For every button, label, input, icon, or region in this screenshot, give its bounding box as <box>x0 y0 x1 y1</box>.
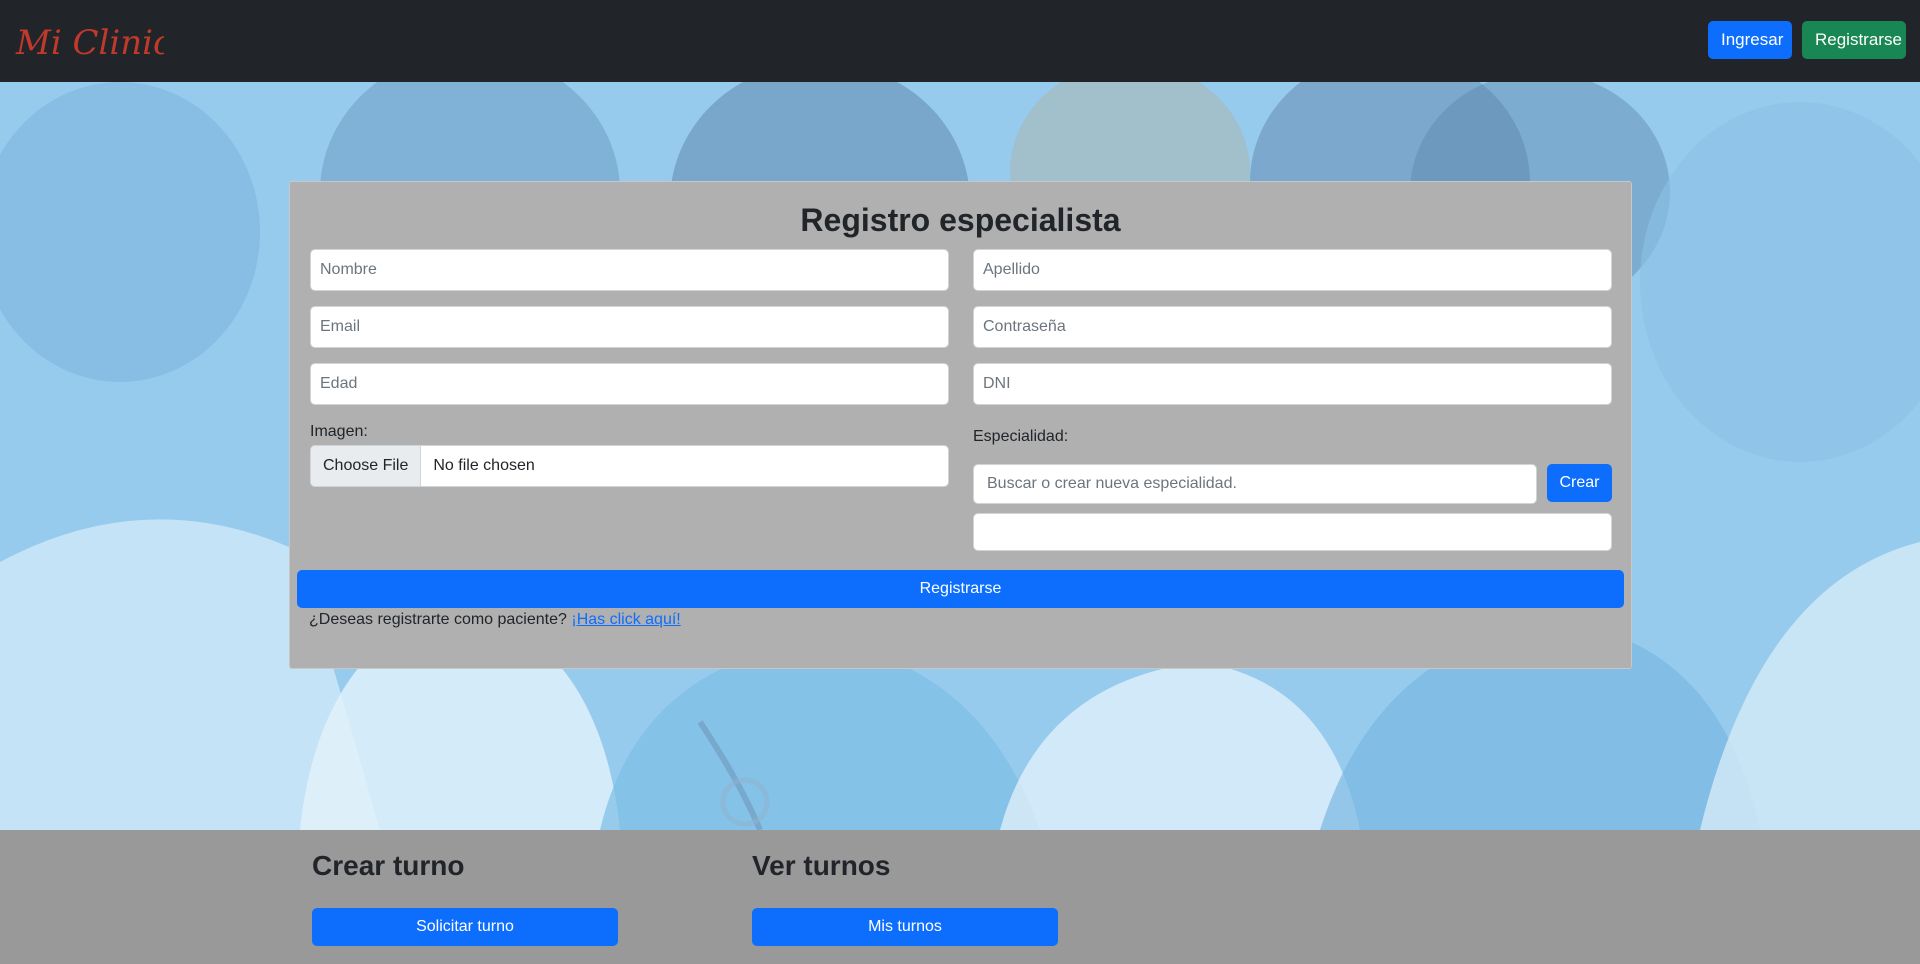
brand-logo[interactable]: Mi Clinica <box>14 14 164 64</box>
page-title: Registro especialista <box>800 202 1121 238</box>
crear-especialidad-button[interactable]: Crear <box>1547 464 1612 502</box>
edad-input[interactable] <box>310 363 949 405</box>
bottom-section: Crear turno Solicitar turno Ver turnos M… <box>0 830 1920 964</box>
apellido-input[interactable] <box>973 249 1612 291</box>
mis-turnos-button[interactable]: Mis turnos <box>752 908 1058 946</box>
especialidad-search-input[interactable] <box>973 464 1537 504</box>
crear-turno-title: Crear turno <box>312 850 465 881</box>
imagen-label: Imagen: <box>310 423 368 440</box>
email-input[interactable] <box>310 306 949 348</box>
registration-card: Registro especialista Imagen: Choose Fil… <box>289 181 1632 669</box>
patient-question: ¿Deseas registrarte como paciente? <box>309 611 567 628</box>
patient-register-link[interactable]: ¡Has click aquí! <box>571 611 680 628</box>
password-input[interactable] <box>973 306 1612 348</box>
dni-input[interactable] <box>973 363 1612 405</box>
patient-register-note: ¿Deseas registrarte como paciente? ¡Has … <box>309 611 681 629</box>
submit-register-button[interactable]: Registrarse <box>297 570 1624 608</box>
ver-turnos-title: Ver turnos <box>752 850 891 881</box>
no-file-text: No file chosen <box>433 457 535 474</box>
solicitar-turno-button[interactable]: Solicitar turno <box>312 908 618 946</box>
choose-file-button[interactable]: Choose File <box>311 446 422 486</box>
nombre-input[interactable] <box>310 249 949 291</box>
login-button[interactable]: Ingresar <box>1708 21 1792 59</box>
image-file-input[interactable]: Choose File No file chosen <box>310 445 949 487</box>
brand-text: Mi Clinica <box>15 23 164 63</box>
navbar: Mi Clinica Ingresar Registrarse <box>0 0 1920 82</box>
especialidad-select[interactable] <box>973 513 1612 551</box>
register-nav-button[interactable]: Registrarse <box>1802 21 1906 59</box>
especialidad-label: Especialidad: <box>973 428 1069 445</box>
